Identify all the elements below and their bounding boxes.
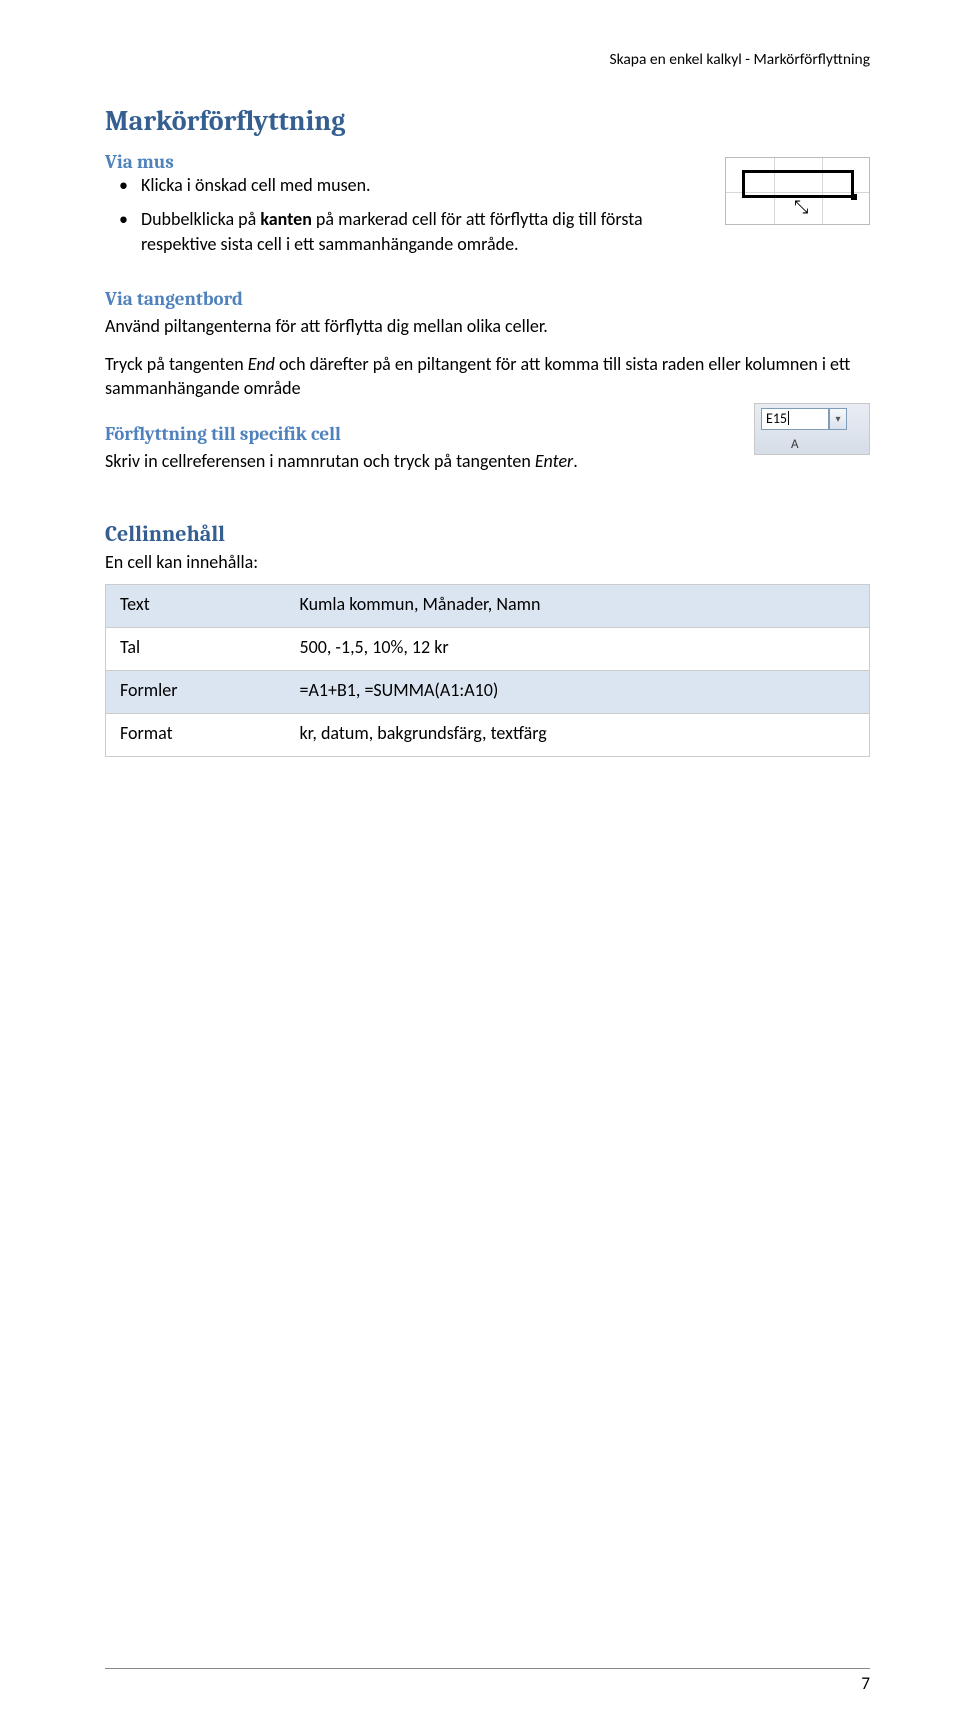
cursor-icon: ⤡ bbox=[794, 198, 808, 216]
table-row: Format kr, datum, bakgrundsfärg, textfär… bbox=[106, 714, 870, 757]
text-italic: End bbox=[248, 353, 275, 375]
column-header-label: A bbox=[791, 437, 799, 452]
heading-via-tangentbord: Via tangentbord bbox=[105, 288, 870, 310]
heading-via-mus: Via mus bbox=[105, 151, 705, 173]
table-row: Tal 500, -1,5, 10%, 12 kr bbox=[106, 628, 870, 671]
text-italic: Enter bbox=[535, 450, 573, 472]
table-cell-key: Tal bbox=[106, 628, 286, 671]
name-box-value: E15 bbox=[766, 410, 787, 427]
heading-cellinnehall: Cellinnehåll bbox=[105, 521, 870, 547]
name-box-input: E15 bbox=[761, 408, 829, 430]
text-cursor-icon bbox=[788, 411, 789, 425]
paragraph: En cell kan innehålla: bbox=[105, 550, 870, 574]
text: Klicka i önskad cell med musen. bbox=[141, 174, 371, 196]
table-cell-value: kr, datum, bakgrundsfärg, textfärg bbox=[286, 714, 870, 757]
content-type-table: Text Kumla kommun, Månader, Namn Tal 500… bbox=[105, 584, 870, 757]
paragraph: Använd piltangenterna för att förflytta … bbox=[105, 314, 870, 338]
heading-specifik-cell: Förflyttning till specifik cell bbox=[105, 423, 734, 445]
table-row: Formler =A1+B1, =SUMMA(A1:A10) bbox=[106, 671, 870, 714]
page-title: Markörförflyttning bbox=[105, 105, 870, 137]
table-cell-key: Formler bbox=[106, 671, 286, 714]
table-cell-value: 500, -1,5, 10%, 12 kr bbox=[286, 628, 870, 671]
selection-box-icon bbox=[742, 170, 854, 198]
dropdown-icon: ▾ bbox=[829, 408, 847, 430]
text-bold: kanten bbox=[260, 208, 312, 230]
paragraph: Skriv in cellreferensen i namnrutan och … bbox=[105, 449, 734, 473]
figure-cell-selection: ⤡ bbox=[725, 157, 870, 225]
fill-handle-icon bbox=[851, 194, 857, 200]
footer-rule bbox=[105, 1668, 870, 1669]
list-item: Dubbelklicka på kanten på markerad cell … bbox=[141, 207, 705, 256]
text: . bbox=[573, 450, 578, 472]
page-number: 7 bbox=[105, 1673, 870, 1694]
page-header: Skapa en enkel kalkyl - Markörförflyttni… bbox=[105, 50, 870, 69]
list-item: Klicka i önskad cell med musen. bbox=[141, 173, 705, 197]
text: Tryck på tangenten bbox=[105, 353, 248, 375]
table-cell-value: =A1+B1, =SUMMA(A1:A10) bbox=[286, 671, 870, 714]
text: Skriv in cellreferensen i namnrutan och … bbox=[105, 450, 535, 472]
table-row: Text Kumla kommun, Månader, Namn bbox=[106, 585, 870, 628]
paragraph: Tryck på tangenten End och därefter på e… bbox=[105, 352, 870, 401]
via-mus-list: Klicka i önskad cell med musen. Dubbelkl… bbox=[105, 173, 705, 256]
text: Dubbelklicka på bbox=[141, 208, 260, 230]
figure-name-box: E15 ▾ A bbox=[754, 403, 870, 455]
table-cell-key: Text bbox=[106, 585, 286, 628]
table-cell-key: Format bbox=[106, 714, 286, 757]
table-cell-value: Kumla kommun, Månader, Namn bbox=[286, 585, 870, 628]
page-footer: 7 bbox=[105, 1668, 870, 1694]
